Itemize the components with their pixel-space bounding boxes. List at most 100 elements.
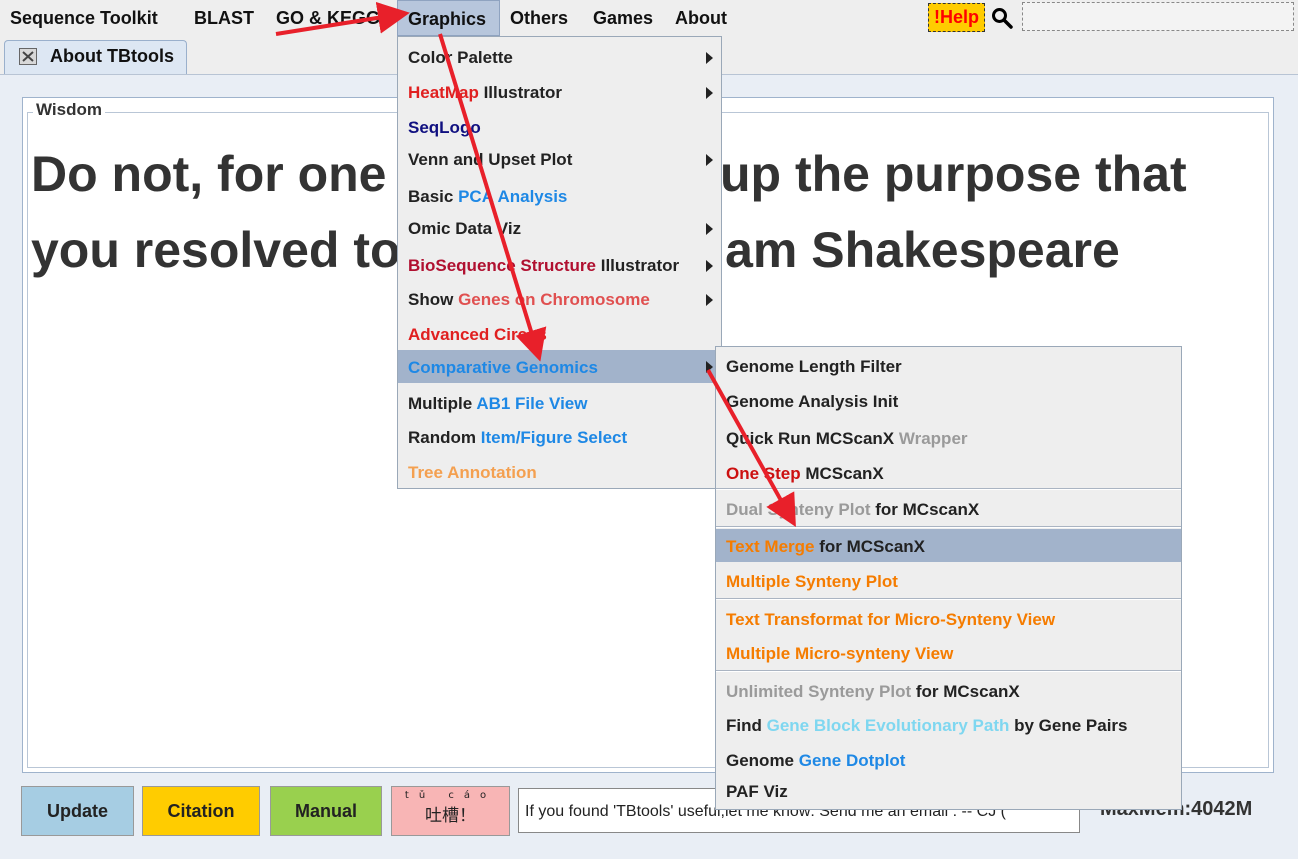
menu-item-label: Find — [726, 716, 767, 735]
close-icon[interactable] — [19, 48, 37, 65]
manual-button[interactable]: Manual — [270, 786, 382, 836]
menu-item-label: for MCScanX — [814, 537, 926, 556]
menu-item-genome-length-filter[interactable]: Genome Length Filter — [716, 352, 1181, 382]
menu-item-label: Omic Data Viz — [408, 219, 522, 238]
menu-item-label: Genome Length Filter — [726, 357, 902, 376]
menu-item-label: Multiple Micro-synteny View — [726, 644, 954, 663]
menu-item-label: Quick Run MCScanX — [726, 429, 895, 448]
menu-item-label: Genome Analysis Init — [726, 392, 899, 411]
graphics-menu: Color Palette HeatMap Illustrator SeqLog… — [397, 36, 722, 489]
menu-item-label: Illustrator — [478, 83, 562, 102]
menu-item-biosequence[interactable]: BioSequence Structure Illustrator — [398, 251, 721, 281]
menu-games[interactable]: Games — [593, 0, 653, 36]
menu-item-heatmap[interactable]: HeatMap Illustrator — [398, 78, 721, 108]
menu-item-genome-analysis-init[interactable]: Genome Analysis Init — [716, 387, 1181, 417]
menu-item-genome-gene-dotplot[interactable]: Genome Gene Dotplot — [716, 746, 1181, 776]
citation-button[interactable]: Citation — [142, 786, 260, 836]
menu-separator — [716, 488, 1181, 490]
menu-item-label-highlight: Item/Figure Select — [480, 428, 628, 447]
menu-item-comparative-genomics[interactable]: Comparative Genomics — [398, 350, 721, 383]
update-button[interactable]: Update — [21, 786, 134, 836]
menu-item-label: Tree Annotation — [408, 463, 537, 482]
menu-item-label: Color Palette — [408, 48, 513, 67]
menu-item-show-genes[interactable]: Show Genes on Chromosome — [398, 285, 721, 315]
menu-item-label: Comparative Genomics — [408, 358, 598, 377]
menu-item-label-highlight: AB1 File View — [476, 394, 588, 413]
feedback-pinyin: tǔ cáo — [404, 790, 497, 801]
menu-item-label-highlight: Gene Dotplot — [798, 751, 906, 770]
menu-item-quick-run-mcscanx[interactable]: Quick Run MCScanX Wrapper — [716, 424, 1181, 454]
menu-item-label: PAF Viz — [726, 782, 788, 801]
menu-item-label-highlight: PCA Analysis — [458, 187, 568, 206]
submenu-arrow-icon — [706, 154, 713, 166]
menu-item-label: for MCscanX — [870, 500, 980, 519]
menu-item-text-merge[interactable]: Text Merge for MCScanX — [716, 529, 1181, 562]
tab-about-tbtools[interactable]: About TBtools — [4, 40, 187, 74]
menu-others[interactable]: Others — [510, 0, 568, 36]
menu-separator — [716, 598, 1181, 600]
menu-item-find-gene-block[interactable]: Find Gene Block Evolutionary Path by Gen… — [716, 711, 1181, 741]
menu-item-label-highlight: Unlimited Synteny Plot — [726, 682, 912, 701]
menu-item-label: Text Transformat for Micro-Synteny View — [726, 610, 1056, 629]
menu-about[interactable]: About — [675, 0, 727, 36]
menu-item-seqlogo[interactable]: SeqLogo — [398, 113, 721, 143]
menu-item-label: Advanced Circos — [408, 325, 547, 344]
feedback-button[interactable]: tǔ cáo 吐槽！ — [391, 786, 510, 836]
menu-item-label: Random — [408, 428, 481, 447]
menu-graphics[interactable]: Graphics — [397, 0, 500, 36]
menu-item-label: Venn and Upset Plot — [408, 150, 573, 169]
menu-separator — [716, 670, 1181, 672]
menu-item-one-step-mcscanx[interactable]: One Step MCScanX — [716, 459, 1181, 489]
menu-item-venn[interactable]: Venn and Upset Plot — [398, 145, 721, 175]
menu-item-label: Show — [408, 290, 459, 309]
menu-item-label: SeqLogo — [408, 118, 481, 137]
submenu-arrow-icon — [706, 223, 713, 235]
menu-item-label-highlight: HeatMap — [408, 83, 479, 102]
menu-item-label-highlight: Wrapper — [894, 429, 968, 448]
menu-item-label: Basic — [408, 187, 459, 206]
submenu-arrow-icon — [706, 294, 713, 306]
help-button[interactable]: !Help — [928, 3, 985, 32]
menu-item-label: MCScanX — [800, 464, 884, 483]
menu-item-color-palette[interactable]: Color Palette — [398, 43, 721, 73]
menu-separator — [716, 526, 1181, 528]
menu-item-label: Illustrator — [596, 256, 680, 275]
submenu-arrow-icon — [706, 87, 713, 99]
submenu-arrow-icon — [706, 52, 713, 64]
menu-item-advanced-circos[interactable]: Advanced Circos — [398, 320, 721, 350]
menu-item-dual-synteny-plot[interactable]: Dual Synteny Plot for MCscanX — [716, 495, 1181, 525]
menu-sequence-toolkit[interactable]: Sequence Toolkit — [10, 0, 158, 36]
search-icon[interactable] — [990, 6, 1014, 30]
menu-item-label-highlight: One Step — [726, 464, 801, 483]
menu-item-label-highlight: Dual Synteny Plot — [726, 500, 871, 519]
wisdom-label: Wisdom — [33, 100, 105, 120]
search-input[interactable] — [1022, 2, 1294, 31]
menu-blast[interactable]: BLAST — [194, 0, 254, 36]
menu-item-label-highlight: Text Merge — [726, 537, 815, 556]
menu-item-multiple-synteny-plot[interactable]: Multiple Synteny Plot — [716, 567, 1181, 597]
menu-item-pca[interactable]: Basic PCA Analysis — [398, 182, 721, 212]
menu-go-kegg[interactable]: GO & KEGG — [276, 0, 380, 36]
menu-item-label-highlight: Gene Block Evolutionary Path — [766, 716, 1010, 735]
menu-item-text-transformat[interactable]: Text Transformat for Micro-Synteny View — [716, 605, 1181, 635]
menu-item-label: by Gene Pairs — [1009, 716, 1128, 735]
menu-item-unlimited-synteny-plot[interactable]: Unlimited Synteny Plot for MCscanX — [716, 677, 1181, 707]
submenu-arrow-icon — [706, 260, 713, 272]
comparative-genomics-submenu: Genome Length Filter Genome Analysis Ini… — [715, 346, 1182, 810]
tab-label: About TBtools — [50, 46, 174, 66]
menu-bar: Sequence Toolkit BLAST GO & KEGG Graphic… — [0, 0, 1298, 36]
menu-item-label: Multiple — [408, 394, 477, 413]
menu-item-tree-annotation[interactable]: Tree Annotation — [398, 458, 721, 488]
menu-item-ab1-file-view[interactable]: Multiple AB1 File View — [398, 389, 721, 419]
menu-item-label-highlight: BioSequence Structure — [408, 256, 596, 275]
menu-item-multiple-micro-synteny[interactable]: Multiple Micro-synteny View — [716, 639, 1181, 669]
submenu-arrow-icon — [706, 360, 713, 373]
menu-item-paf-viz[interactable]: PAF Viz — [716, 777, 1181, 807]
menu-item-label: Multiple Synteny Plot — [726, 572, 898, 591]
menu-item-label: for MCscanX — [911, 682, 1020, 701]
menu-item-random-select[interactable]: Random Item/Figure Select — [398, 423, 721, 453]
menu-item-label: Genome — [726, 751, 799, 770]
feedback-label: 吐槽！ — [425, 806, 476, 826]
menu-item-omic-data-viz[interactable]: Omic Data Viz — [398, 214, 721, 244]
menu-item-label-highlight: Genes on Chromosome — [458, 290, 650, 309]
